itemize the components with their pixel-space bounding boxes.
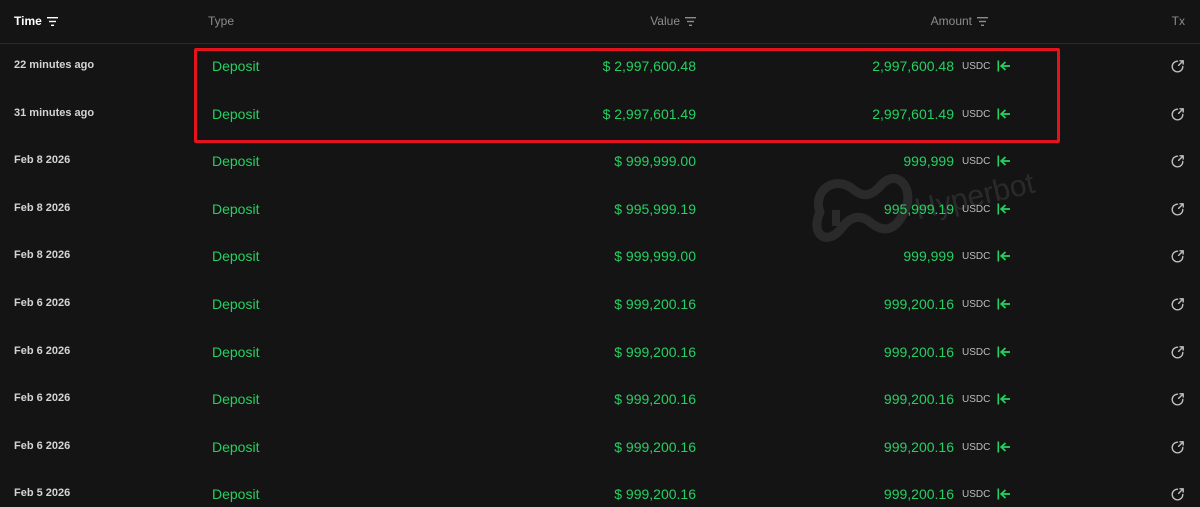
- row-amount: 999,999: [903, 153, 954, 170]
- row-unit: USDC: [962, 251, 991, 263]
- row-amount: 2,997,601.49: [872, 105, 954, 122]
- external-link-icon[interactable]: [1170, 249, 1185, 264]
- time-header-label: Time: [14, 14, 42, 28]
- deposit-arrow-icon: [997, 250, 1010, 262]
- row-type: Deposit: [212, 200, 260, 217]
- row-time: 22 minutes ago: [14, 59, 95, 71]
- type-header-label: Type: [208, 14, 235, 28]
- row-time: Feb 8 2026: [14, 201, 71, 214]
- table-row: Feb 8 2026 Deposit $ 999,999.00 999,999 …: [0, 138, 1200, 186]
- row-value: $ 2,997,601.49: [602, 105, 696, 122]
- deposit-arrow-icon: [997, 108, 1010, 120]
- row-unit: USDC: [962, 394, 991, 406]
- deposit-arrow-icon: [997, 298, 1010, 310]
- transfers-table: Time Type Value Amount Tx Hyperbot 22 mi…: [0, 0, 1200, 507]
- row-type: Deposit: [212, 105, 260, 122]
- external-link-icon[interactable]: [1170, 154, 1185, 169]
- filter-icon[interactable]: [685, 16, 696, 26]
- external-link-icon[interactable]: [1170, 487, 1185, 502]
- row-type: Deposit: [212, 153, 260, 170]
- row-value: $ 999,999.00: [614, 248, 696, 265]
- row-time: Feb 5 2026: [14, 487, 71, 500]
- deposit-arrow-icon: [997, 488, 1010, 500]
- row-unit: USDC: [962, 489, 991, 501]
- row-unit: USDC: [962, 61, 991, 72]
- table-row: Feb 6 2026 Deposit $ 999,200.16 999,200.…: [0, 376, 1200, 424]
- external-link-icon[interactable]: [1170, 345, 1185, 360]
- amount-header-label: Amount: [930, 14, 972, 28]
- row-unit: USDC: [962, 108, 991, 120]
- row-time: 31 minutes ago: [14, 106, 95, 119]
- table-row: 22 minutes ago Deposit $ 2,997,600.48 2,…: [0, 43, 1200, 91]
- row-time: Feb 8 2026: [14, 154, 71, 167]
- amount-column-header[interactable]: Amount: [931, 14, 988, 28]
- row-time: Feb 6 2026: [14, 392, 71, 405]
- external-link-icon[interactable]: [1170, 392, 1185, 407]
- deposit-arrow-icon: [997, 203, 1010, 215]
- row-unit: USDC: [962, 298, 991, 310]
- row-type: Deposit: [212, 438, 260, 455]
- tx-column-header: Tx: [1172, 14, 1185, 28]
- deposit-arrow-icon: [997, 441, 1010, 453]
- time-column-header[interactable]: Time: [14, 14, 58, 28]
- row-time: Feb 6 2026: [14, 439, 71, 452]
- deposit-arrow-icon: [997, 60, 1010, 72]
- row-time: Feb 6 2026: [14, 344, 71, 357]
- external-link-icon[interactable]: [1170, 297, 1185, 312]
- row-time: Feb 6 2026: [14, 296, 71, 309]
- table-row: Feb 8 2026 Deposit $ 995,999.19 995,999.…: [0, 186, 1200, 234]
- row-value: $ 999,200.16: [614, 391, 696, 408]
- external-link-icon[interactable]: [1170, 107, 1185, 122]
- row-value: $ 999,200.16: [614, 438, 696, 455]
- table-row: Feb 6 2026 Deposit $ 999,200.16 999,200.…: [0, 329, 1200, 377]
- row-type: Deposit: [212, 391, 260, 408]
- row-value: $ 995,999.19: [614, 200, 696, 217]
- row-amount: 999,999: [903, 248, 954, 265]
- tx-header-label: Tx: [1171, 14, 1185, 28]
- table-row: Feb 6 2026 Deposit $ 999,200.16 999,200.…: [0, 281, 1200, 329]
- row-amount: 2,997,600.48: [872, 58, 954, 74]
- row-amount: 999,200.16: [883, 343, 954, 360]
- row-type: Deposit: [212, 486, 260, 503]
- external-link-icon[interactable]: [1170, 440, 1185, 455]
- table-header: Time Type Value Amount Tx: [0, 0, 1200, 44]
- deposit-arrow-icon: [997, 155, 1010, 167]
- row-amount: 999,200.16: [883, 438, 954, 455]
- row-unit: USDC: [962, 156, 991, 168]
- row-time: Feb 8 2026: [14, 249, 71, 262]
- external-link-icon[interactable]: [1170, 59, 1185, 74]
- value-header-label: Value: [650, 14, 680, 28]
- table-row: 31 minutes ago Deposit $ 2,997,601.49 2,…: [0, 91, 1200, 139]
- row-amount: 999,200.16: [883, 295, 954, 312]
- table-row: Feb 5 2026 Deposit $ 999,200.16 999,200.…: [0, 471, 1200, 507]
- row-type: Deposit: [212, 248, 260, 265]
- row-unit: USDC: [962, 203, 991, 215]
- table-body: 22 minutes ago Deposit $ 2,997,600.48 2,…: [0, 43, 1200, 507]
- filter-icon[interactable]: [977, 16, 988, 26]
- row-value: $ 999,200.16: [614, 295, 696, 312]
- filter-icon[interactable]: [46, 16, 58, 26]
- value-column-header[interactable]: Value: [650, 14, 696, 28]
- table-row: Feb 8 2026 Deposit $ 999,999.00 999,999 …: [0, 233, 1200, 281]
- row-type: Deposit: [212, 343, 260, 360]
- row-unit: USDC: [962, 346, 991, 358]
- row-amount: 995,999.19: [883, 200, 954, 217]
- table-row: Feb 6 2026 Deposit $ 999,200.16 999,200.…: [0, 424, 1200, 472]
- row-type: Deposit: [212, 58, 260, 74]
- row-value: $ 999,200.16: [614, 343, 696, 360]
- row-value: $ 2,997,600.48: [602, 58, 696, 74]
- deposit-arrow-icon: [997, 346, 1010, 358]
- row-amount: 999,200.16: [883, 486, 954, 503]
- row-unit: USDC: [962, 441, 991, 453]
- external-link-icon[interactable]: [1170, 202, 1185, 217]
- row-type: Deposit: [212, 295, 260, 312]
- deposit-arrow-icon: [997, 393, 1010, 405]
- type-column-header: Type: [208, 14, 234, 28]
- row-amount: 999,200.16: [883, 391, 954, 408]
- row-value: $ 999,999.00: [614, 153, 696, 170]
- row-value: $ 999,200.16: [614, 486, 696, 503]
